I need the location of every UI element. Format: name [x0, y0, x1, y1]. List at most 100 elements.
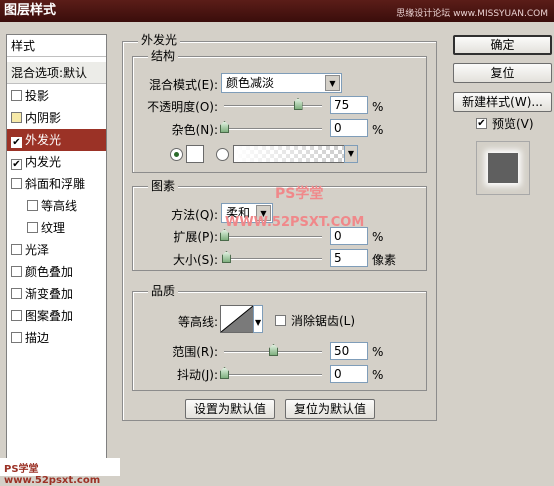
contour-picker-button[interactable]: ▼ — [253, 305, 263, 333]
blend-mode-label: 混合模式(E): — [149, 78, 218, 92]
style-item[interactable]: 斜面和浮雕 — [7, 173, 106, 195]
glow-color-swatch[interactable] — [186, 145, 204, 163]
watermark-top: 思缘设计论坛 www.MISSYUAN.COM — [396, 9, 548, 19]
style-item-label: 纹理 — [41, 221, 66, 235]
preview-checkbox[interactable]: ✔ — [476, 118, 487, 129]
slider-track — [224, 236, 322, 238]
style-item[interactable]: 渐变叠加 — [7, 283, 106, 305]
size-unit-label: 像素 — [372, 253, 397, 267]
style-item[interactable]: 描边 — [7, 327, 106, 349]
style-item-label: 等高线 — [41, 199, 78, 213]
opacity-slider[interactable] — [224, 98, 322, 110]
chevron-down-icon[interactable]: ▼ — [325, 75, 340, 91]
styles-header[interactable]: 样式 — [7, 35, 106, 57]
style-item[interactable]: 等高线 — [7, 195, 106, 217]
new-style-button[interactable]: 新建样式(W)... — [453, 92, 552, 112]
style-item-label: 描边 — [25, 331, 50, 345]
style-item[interactable]: 图案叠加 — [7, 305, 106, 327]
style-item[interactable]: 内阴影 — [7, 107, 106, 129]
antialias-checkbox[interactable] — [275, 315, 286, 326]
reset-default-button[interactable]: 复位为默认值 — [285, 399, 375, 419]
percent-label: % — [372, 230, 384, 244]
ok-button[interactable]: 确定 — [453, 35, 552, 55]
style-item-label: 投影 — [25, 89, 50, 103]
reset-button[interactable]: 复位 — [453, 63, 552, 83]
style-checkbox[interactable] — [11, 178, 22, 189]
gradient-picker-button[interactable]: ▼ — [344, 145, 358, 163]
technique-label: 方法(Q): — [171, 208, 218, 222]
style-item-label: 颜色叠加 — [25, 265, 74, 279]
window-title: 图层样式 — [4, 3, 57, 18]
preview-label: 预览(V) — [492, 117, 534, 131]
make-default-button[interactable]: 设置为默认值 — [185, 399, 275, 419]
jitter-slider[interactable] — [220, 367, 322, 379]
style-item[interactable]: 纹理 — [7, 217, 106, 239]
jitter-label: 抖动(J): — [177, 368, 218, 382]
style-item[interactable]: ✔ 内发光 — [7, 151, 106, 173]
opacity-label: 不透明度(O): — [147, 100, 218, 114]
jitter-input[interactable]: 0 — [330, 365, 368, 383]
spread-slider[interactable] — [220, 229, 322, 241]
noise-label: 杂色(N): — [171, 123, 218, 137]
style-checkbox[interactable] — [11, 90, 22, 101]
style-checkbox[interactable] — [11, 244, 22, 255]
blending-options-item[interactable]: 混合选项:默认 — [7, 62, 106, 84]
size-label: 大小(S): — [172, 253, 218, 267]
style-item-label: 图案叠加 — [25, 309, 74, 323]
color-radio[interactable] — [170, 148, 183, 161]
gradient-radio[interactable] — [216, 148, 229, 161]
blend-mode-value: 颜色减淡 — [226, 76, 275, 90]
contour-label: 等高线: — [177, 315, 218, 329]
style-list: 样式 混合选项:默认 投影 内阴影 ✔ 外发光 ✔ 内发光 斜面和浮雕 等高线 纹理 光泽 颜色叠加… — [6, 34, 107, 476]
range-label: 范围(R): — [172, 345, 218, 359]
slider-track — [224, 128, 322, 130]
watermark-center-url: WWW.52PSXT.COM — [225, 215, 365, 230]
watermark-center-cn: PS学堂 — [275, 186, 324, 202]
style-item[interactable]: ✔ 外发光 — [7, 129, 106, 151]
contour-preview[interactable] — [220, 305, 254, 333]
style-checkbox[interactable]: ✔ — [11, 159, 22, 170]
style-item-label: 内阴影 — [25, 111, 62, 125]
elements-title: 图素 — [148, 179, 179, 193]
range-input[interactable]: 50 — [330, 342, 368, 360]
watermark-bottom-strip: PS学堂 www.52psxt.com — [0, 458, 120, 486]
watermark-bottom: PS学堂 www.52psxt.com — [4, 464, 101, 486]
style-item-label: 渐变叠加 — [25, 287, 74, 301]
range-slider[interactable] — [224, 344, 322, 356]
title-bar: 图层样式 思缘设计论坛 www.MISSYUAN.COM — [0, 0, 554, 22]
style-item-label: 内发光 — [25, 155, 62, 169]
style-checkbox[interactable] — [11, 332, 22, 343]
style-item[interactable]: 投影 — [7, 85, 106, 107]
outer-glow-title: 外发光 — [138, 33, 181, 47]
contour-curve-icon — [221, 306, 253, 332]
size-input[interactable]: 5 — [330, 249, 368, 267]
noise-input[interactable]: 0 — [330, 119, 368, 137]
blend-mode-select[interactable]: 颜色减淡 ▼ — [221, 73, 342, 93]
size-slider[interactable] — [221, 251, 322, 263]
style-checkbox[interactable]: ✔ — [11, 137, 22, 148]
structure-title: 结构 — [148, 49, 179, 63]
antialias-label: 消除锯齿(L) — [291, 314, 356, 328]
style-item[interactable]: 颜色叠加 — [7, 261, 106, 283]
style-checkbox[interactable] — [27, 222, 38, 233]
style-item-label: 斜面和浮雕 — [25, 177, 86, 191]
style-item[interactable]: 光泽 — [7, 239, 106, 261]
style-preview — [476, 141, 530, 195]
opacity-input[interactable]: 75 — [330, 96, 368, 114]
spread-label: 扩展(P): — [173, 230, 218, 244]
noise-slider[interactable] — [220, 121, 322, 133]
style-checkbox[interactable] — [11, 288, 22, 299]
percent-label: % — [372, 123, 384, 137]
radio-dot — [174, 152, 179, 157]
style-item-label: 外发光 — [25, 133, 62, 147]
style-checkbox[interactable] — [11, 112, 22, 123]
chevron-down-icon: ▼ — [345, 146, 357, 162]
style-item-label: 光泽 — [25, 243, 50, 257]
glow-gradient-swatch[interactable] — [233, 145, 345, 163]
percent-label: % — [372, 368, 384, 382]
slider-track — [224, 258, 322, 260]
style-checkbox[interactable] — [11, 310, 22, 321]
style-checkbox[interactable] — [27, 200, 38, 211]
style-checkbox[interactable] — [11, 266, 22, 277]
percent-label: % — [372, 345, 384, 359]
